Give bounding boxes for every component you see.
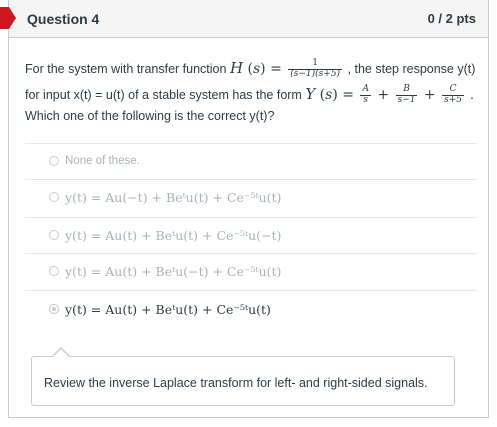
question-points: 0 / 2 pts — [427, 11, 476, 26]
divider — [25, 290, 477, 291]
question-line-2: for input x(t) = u(t) of a stable system… — [25, 84, 474, 106]
answer-text-1: None of these. — [65, 155, 140, 167]
divider — [25, 143, 477, 144]
divider — [25, 179, 477, 180]
question-title: Question 4 — [27, 11, 100, 27]
question-line-1: For the system with transfer function H … — [25, 58, 476, 80]
answer-text-4: y(t) = Au(t) + Beᵗu(−t) + Ce⁻⁵ᵗu(t) — [65, 264, 282, 279]
answer-radio-1[interactable] — [49, 156, 59, 166]
tooltip-arrow-inner — [53, 349, 69, 357]
answer-radio-3[interactable] — [49, 230, 59, 240]
answer-radio-2[interactable] — [49, 192, 59, 202]
divider — [25, 217, 477, 218]
flag-icon — [0, 7, 16, 29]
answer-text-5: y(t) = Au(t) + Beᵗu(t) + Ce⁻⁵ᵗu(t) — [65, 302, 271, 317]
answer-radio-5-selected[interactable] — [49, 304, 59, 314]
feedback-tooltip: Review the inverse Laplace transform for… — [31, 356, 455, 406]
answer-radio-4[interactable] — [49, 266, 59, 276]
divider — [25, 253, 477, 254]
question-header: Question 4 0 / 2 pts — [9, 0, 488, 38]
answer-text-3: y(t) = Au(t) + Beᵗu(t) + Ce⁻⁵ᵗu(−t) — [65, 228, 282, 243]
transfer-function-fraction: 1 (s−1)(s+5) — [288, 58, 343, 80]
feedback-text: Review the inverse Laplace transform for… — [44, 376, 428, 390]
answer-text-2: y(t) = Au(−t) + Beᵗu(t) + Ce⁻⁵ᵗu(t) — [65, 190, 282, 205]
question-line-3: Which one of the following is the correc… — [25, 109, 275, 123]
